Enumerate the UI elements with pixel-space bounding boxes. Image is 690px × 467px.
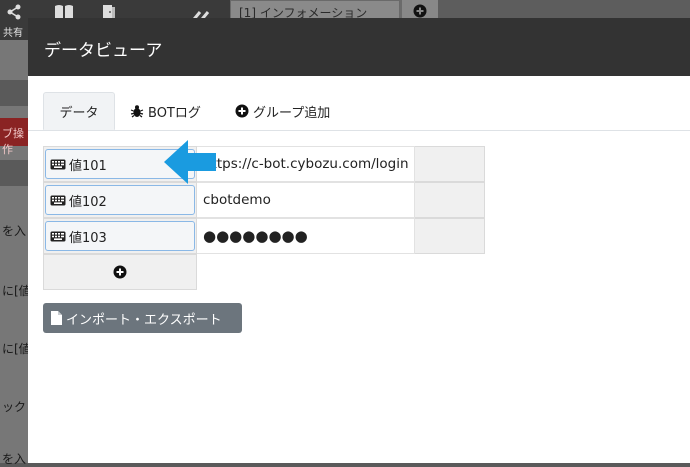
variable-value[interactable]: https://c-bot.cybozu.com/login (197, 146, 415, 182)
tab-bar: データ BOTログ グループ追加 (28, 92, 690, 131)
add-variable-button[interactable] (43, 254, 197, 290)
share-icon[interactable] (6, 4, 22, 24)
bug-icon (130, 104, 144, 118)
background-row-text: ック (2, 400, 27, 414)
share-label: 共有 (3, 28, 23, 39)
keyboard-icon (50, 231, 66, 241)
background-row-text: に[値 (2, 284, 31, 298)
background-row-text: を入 (2, 452, 27, 466)
variable-name: 値101 (69, 158, 107, 174)
import-export-label: インポート・エクスポート (66, 312, 222, 328)
background-red-row: ブ操作 (0, 118, 28, 156)
tab-bot-log[interactable]: BOTログ (128, 92, 220, 130)
variable-extra-cell[interactable] (415, 218, 485, 254)
tab-bot-log-label: BOTログ (148, 105, 201, 121)
import-export-button[interactable]: インポート・エクスポート (43, 303, 242, 333)
arrow-left-icon (164, 140, 216, 184)
tab-add-group-label: グループ追加 (253, 105, 331, 121)
background-row (0, 80, 28, 106)
background-row-text: を入 (2, 224, 27, 238)
variable-name-button[interactable]: 値102 (45, 185, 195, 215)
variable-key-cell: 値103 (43, 218, 197, 254)
background-row-text: に[値 (2, 342, 31, 356)
variable-value-text: ●●●●●●●● (203, 227, 308, 245)
variable-name: 値103 (69, 230, 107, 246)
variable-value-text: cbotdemo (203, 192, 271, 208)
variable-name-button[interactable]: 値103 (45, 221, 195, 251)
modal-header: データビューア (28, 18, 690, 76)
tab-add-group[interactable]: グループ追加 (233, 92, 345, 130)
variable-value-text: https://c-bot.cybozu.com/login (203, 156, 409, 172)
variable-name: 値102 (69, 194, 107, 210)
tab-data[interactable]: データ (43, 92, 115, 130)
background-red-text: ブ操作 (2, 127, 24, 156)
variable-key-cell: 値102 (43, 182, 197, 218)
keyboard-icon (50, 195, 66, 205)
plus-circle-icon (235, 104, 249, 118)
variable-value[interactable]: cbotdemo (197, 182, 415, 218)
variable-value-masked[interactable]: ●●●●●●●● (197, 218, 415, 254)
modal-title: データビューア (44, 41, 163, 61)
variable-extra-cell[interactable] (415, 146, 485, 182)
tab-data-label: データ (59, 105, 99, 121)
data-viewer-modal: データビューア データ BOTログ グループ追加 値101 https://c-… (28, 18, 690, 463)
variable-extra-cell[interactable] (415, 182, 485, 218)
plus-circle-icon (113, 265, 127, 279)
file-icon (51, 311, 62, 325)
background-row (0, 160, 28, 186)
keyboard-icon (50, 159, 66, 169)
